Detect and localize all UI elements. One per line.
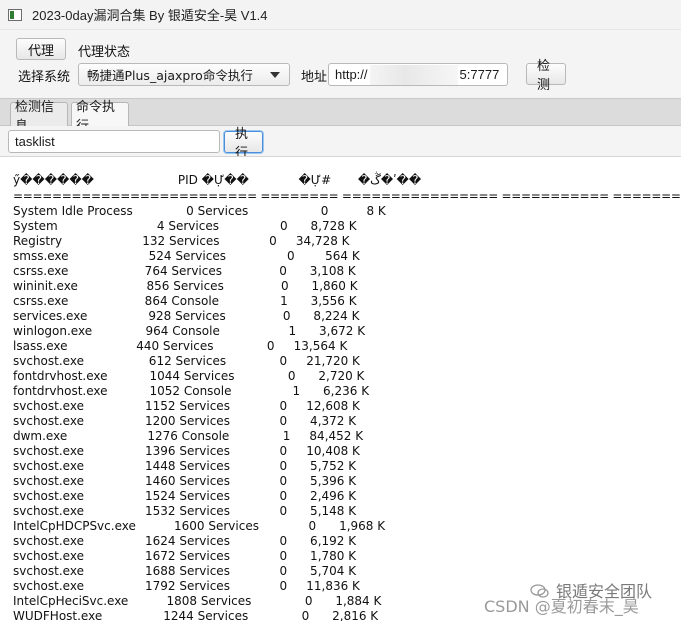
output-line: fontdrvhost.exe 1052 Console 1 6,236 K bbox=[13, 384, 370, 398]
output-separator: ========================= ======== =====… bbox=[13, 189, 681, 203]
system-select-value: 畅捷通Plus_ajaxpro命令执行 bbox=[87, 68, 253, 83]
output-line: svchost.exe 1792 Services 0 11,836 K bbox=[13, 579, 360, 593]
output-line: IntelCpHDCPSvc.exe 1600 Services 0 1,968… bbox=[13, 519, 386, 533]
output-line: services.exe 928 Services 0 8,224 K bbox=[13, 309, 360, 323]
address-label: 地址 bbox=[301, 70, 328, 85]
tab-detect-info[interactable]: 检测信息 bbox=[10, 100, 68, 134]
output-line: svchost.exe 1152 Services 0 12,608 K bbox=[13, 399, 360, 413]
output-line: svchost.exe 1396 Services 0 10,408 K bbox=[13, 444, 360, 458]
chevron-down-icon bbox=[270, 72, 280, 78]
output-line: csrss.exe 864 Console 1 3,556 K bbox=[13, 294, 357, 308]
toolbar: 代理 代理状态 选择系统 畅捷通Plus_ajaxpro命令执行 地址 http… bbox=[0, 30, 681, 98]
execute-button[interactable]: 执行 bbox=[224, 127, 263, 161]
output-header: ӳ������ PID �Ự�� �Ự# �ڴ�ʹ�� bbox=[13, 173, 422, 187]
select-system-label: 选择系统 bbox=[18, 70, 71, 85]
output-line: dwm.exe 1276 Console 1 84,452 K bbox=[13, 429, 364, 443]
window-title: 2023-0day漏洞合集 By 银遁安全-昊 V1.4 bbox=[32, 8, 268, 23]
output-line: lsass.exe 440 Services 0 13,564 K bbox=[13, 339, 348, 353]
command-input[interactable]: tasklist bbox=[8, 130, 220, 153]
output-line: WUDFHost.exe 1244 Services 0 2,816 K bbox=[13, 609, 379, 621]
output-line: svchost.exe 1532 Services 0 5,148 K bbox=[13, 504, 357, 518]
command-bar: tasklist 执行 bbox=[0, 126, 681, 161]
output-line: svchost.exe 1624 Services 0 6,192 K bbox=[13, 534, 357, 548]
output-line: svchost.exe 1448 Services 0 5,752 K bbox=[13, 459, 357, 473]
output-line: svchost.exe 1524 Services 0 2,496 K bbox=[13, 489, 357, 503]
detect-button[interactable]: 检测 bbox=[526, 59, 566, 93]
proxy-status-label: 代理状态 bbox=[78, 45, 131, 60]
tab-bar: 检测信息 命令执行 bbox=[0, 98, 681, 134]
csdn-watermark: CSDN @夏初春末_昊 bbox=[484, 597, 639, 616]
output-line: fontdrvhost.exe 1044 Services 0 2,720 K bbox=[13, 369, 365, 383]
output-line: winlogon.exe 964 Console 1 3,672 K bbox=[13, 324, 366, 338]
app-window-icon bbox=[8, 8, 22, 21]
tab-command-exec[interactable]: 命令执行 bbox=[71, 100, 129, 134]
output-line: smss.exe 524 Services 0 564 K bbox=[13, 249, 360, 263]
proxy-button[interactable]: 代理 bbox=[16, 38, 66, 60]
output-line: svchost.exe 1672 Services 0 1,780 K bbox=[13, 549, 357, 563]
output-line: svchost.exe 1460 Services 0 5,396 K bbox=[13, 474, 357, 488]
address-prefix: http:// bbox=[335, 67, 368, 82]
output-line: System Idle Process 0 Services 0 8 K bbox=[13, 204, 386, 218]
output-line: wininit.exe 856 Services 0 1,860 K bbox=[13, 279, 358, 293]
output-line: svchost.exe 1688 Services 0 5,704 K bbox=[13, 564, 357, 578]
output-line: Registry 132 Services 0 34,728 K bbox=[13, 234, 350, 248]
output-line: svchost.exe 1200 Services 0 4,372 K bbox=[13, 414, 357, 428]
output-line: System 4 Services 0 8,728 K bbox=[13, 219, 357, 233]
address-input[interactable]: http:// 5:7777 bbox=[328, 63, 508, 86]
command-input-value: tasklist bbox=[15, 134, 55, 149]
command-output[interactable]: ӳ������ PID �Ự�� �Ự# �ڴ�ʹ�� =============… bbox=[0, 156, 681, 621]
title-bar: 2023-0day漏洞合集 By 银遁安全-昊 V1.4 bbox=[0, 0, 681, 30]
system-select[interactable]: 畅捷通Plus_ajaxpro命令执行 bbox=[78, 63, 290, 86]
output-line: csrss.exe 764 Services 0 3,108 K bbox=[13, 264, 356, 278]
output-line: IntelCpHeciSvc.exe 1808 Services 0 1,884… bbox=[13, 594, 382, 608]
address-suffix: 5:7777 bbox=[459, 67, 500, 82]
output-line: svchost.exe 612 Services 0 21,720 K bbox=[13, 354, 360, 368]
redacted-address bbox=[369, 64, 458, 85]
